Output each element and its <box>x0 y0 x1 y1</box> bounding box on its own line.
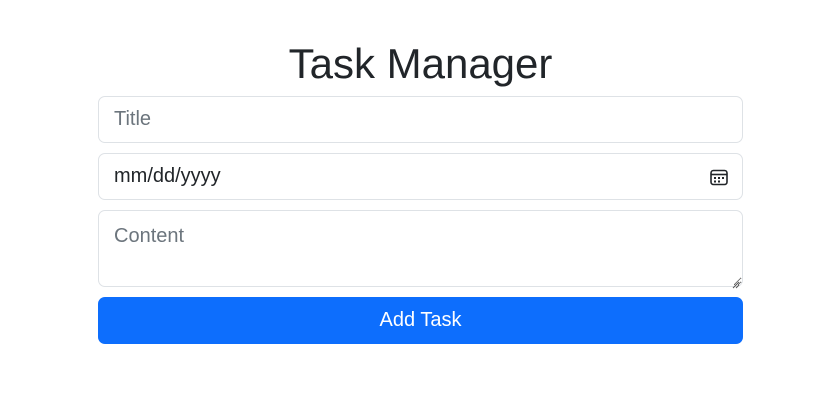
title-input[interactable] <box>98 96 743 143</box>
content-wrapper <box>98 210 743 289</box>
calendar-icon[interactable] <box>709 167 729 187</box>
content-textarea[interactable] <box>98 210 743 287</box>
page-title: Task Manager <box>288 40 553 87</box>
date-input[interactable]: mm/dd/yyyy <box>98 153 743 200</box>
date-input-text: mm/dd/yyyy <box>114 165 221 187</box>
add-task-button[interactable]: Add Task <box>98 297 743 344</box>
